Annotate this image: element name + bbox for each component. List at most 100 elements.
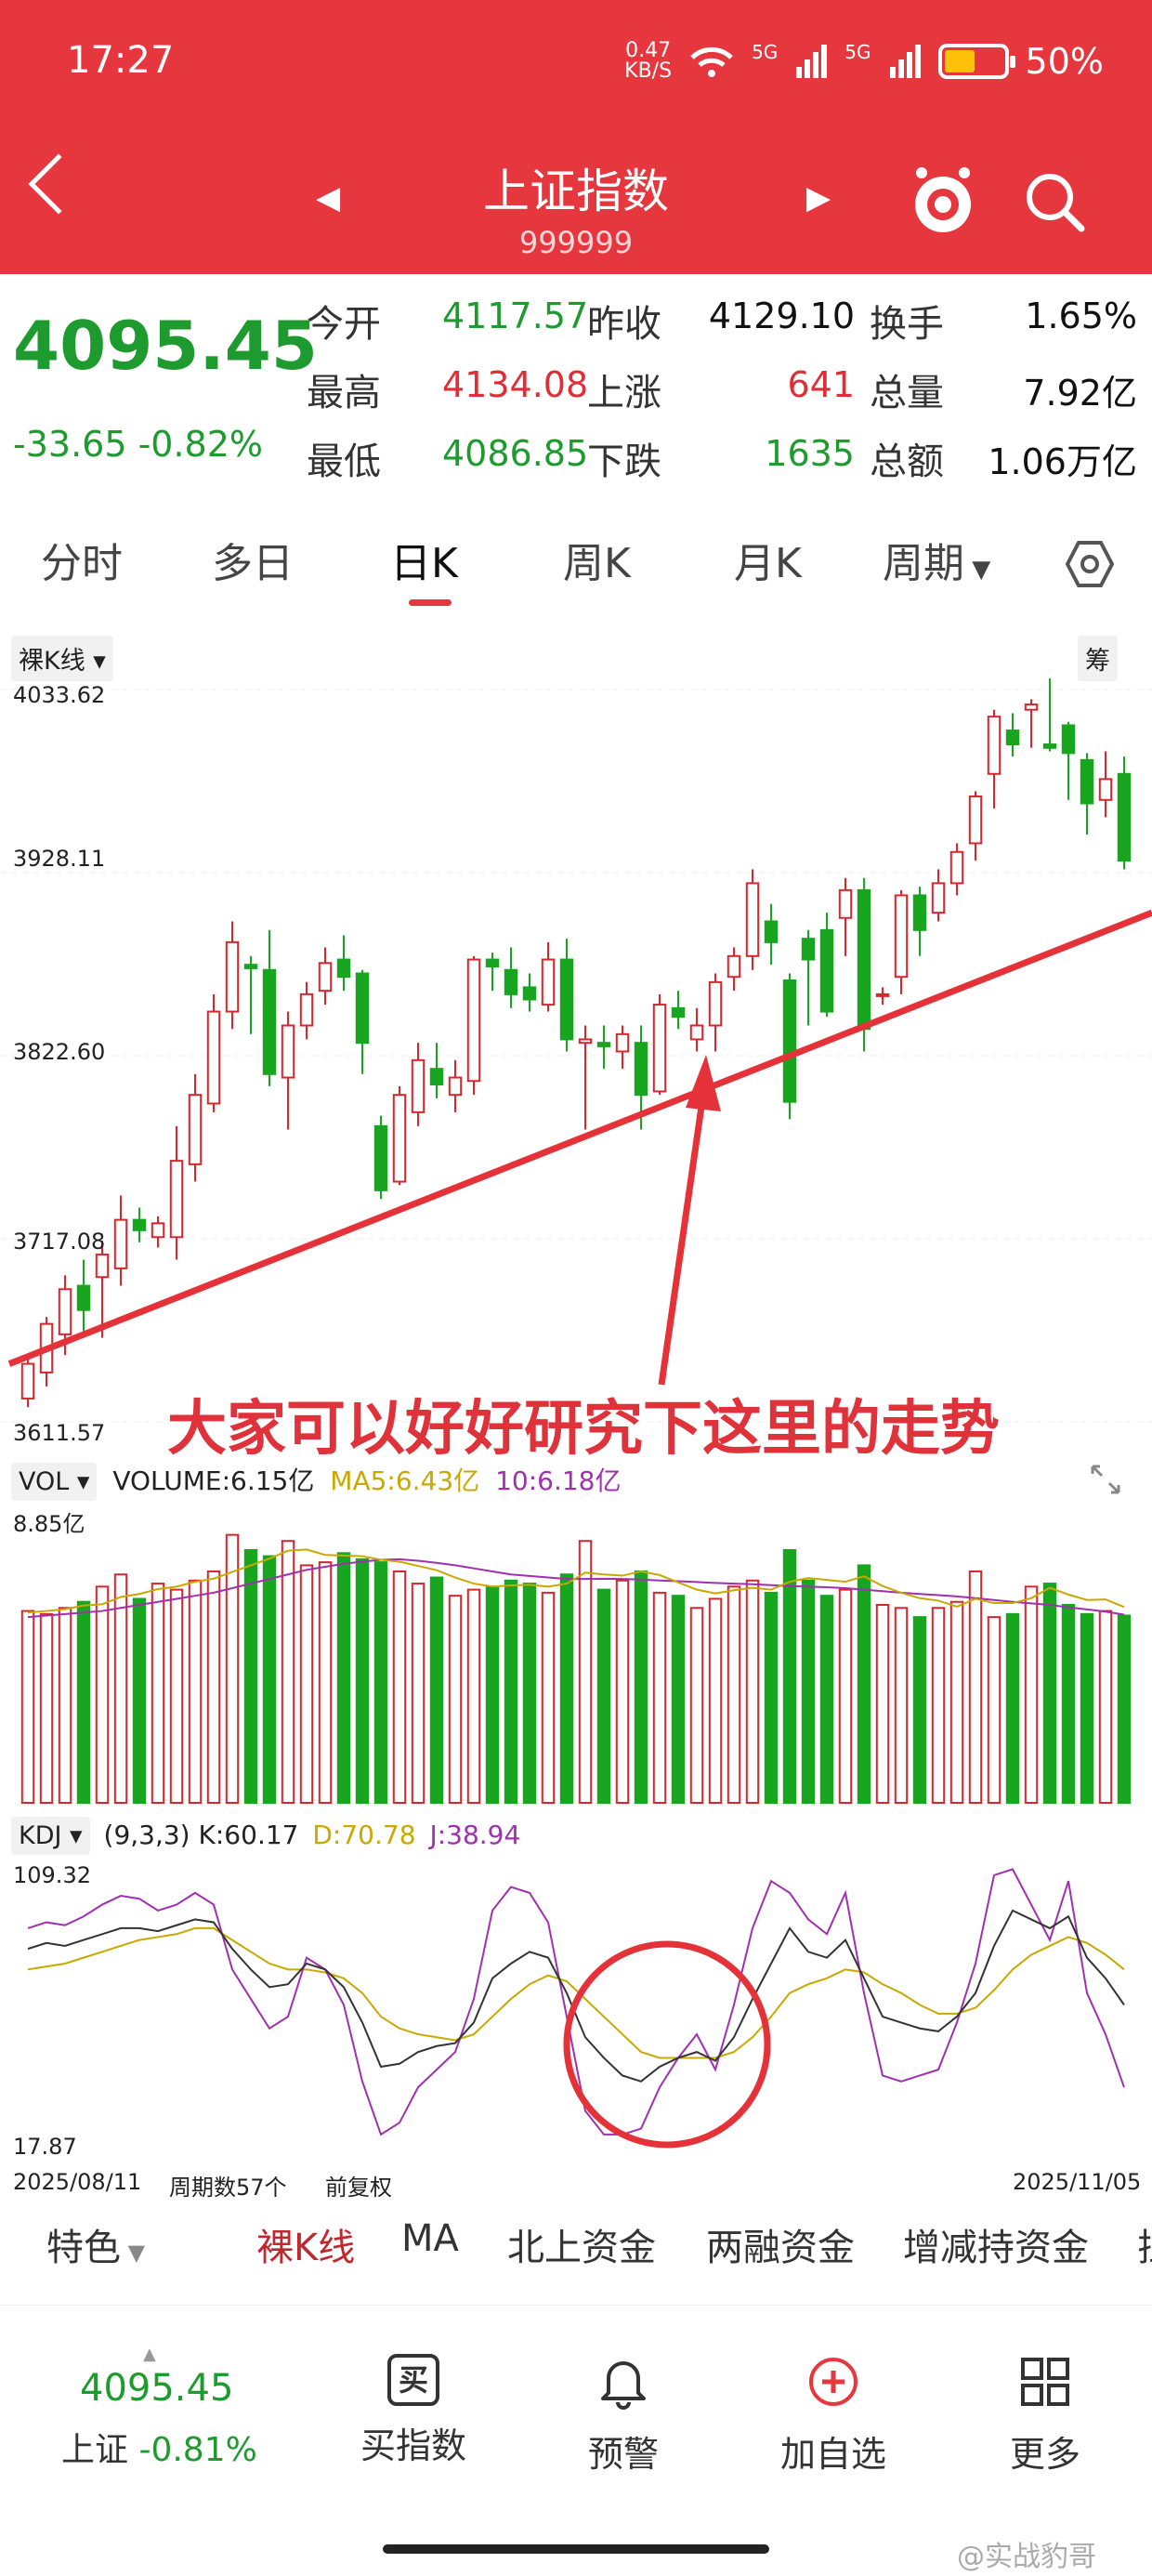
volume-bar bbox=[838, 1588, 853, 1804]
candle bbox=[949, 850, 964, 885]
volume-bar bbox=[20, 1610, 35, 1804]
candle bbox=[243, 964, 258, 969]
volume-bar bbox=[299, 1564, 314, 1804]
candle bbox=[875, 992, 890, 997]
candle bbox=[411, 1058, 425, 1113]
indicator-special[interactable]: 特色 ▼ bbox=[46, 2217, 145, 2271]
quote-label: 换手 bbox=[870, 303, 944, 346]
kline-mode-dropdown[interactable]: 裸K线 ▾ bbox=[11, 636, 113, 681]
next-index-button[interactable]: ▶ bbox=[806, 179, 831, 217]
candle bbox=[689, 1024, 704, 1041]
volume-bar bbox=[318, 1561, 333, 1804]
kline-chart[interactable] bbox=[0, 678, 1152, 1450]
volume-bar bbox=[1080, 1612, 1094, 1805]
candle bbox=[782, 979, 797, 1103]
indicator-holdings-change[interactable]: 增减持资金 bbox=[903, 2217, 1089, 2271]
candle bbox=[857, 888, 871, 1031]
candle bbox=[20, 1362, 35, 1400]
volume-bar bbox=[392, 1570, 407, 1805]
candle bbox=[764, 920, 779, 943]
volume-bar bbox=[634, 1570, 648, 1805]
candle bbox=[355, 972, 370, 1045]
quote-value: 1.65% bbox=[1025, 296, 1137, 336]
candle bbox=[281, 1024, 295, 1079]
candle bbox=[708, 980, 723, 1027]
indicator-northbound[interactable]: 北上资金 bbox=[507, 2217, 656, 2271]
candle bbox=[188, 1094, 203, 1165]
candle bbox=[95, 1253, 110, 1279]
indicator-naked-k[interactable]: 裸K线 bbox=[256, 2217, 355, 2271]
y-label-2: 3928.11 bbox=[13, 846, 106, 872]
volume-bar bbox=[801, 1579, 816, 1805]
vol-dropdown[interactable]: VOL ▾ bbox=[11, 1463, 98, 1501]
gesture-bar[interactable] bbox=[383, 2544, 769, 2554]
volume-bar bbox=[429, 1576, 444, 1804]
kdj-legend: KDJ ▾ (9,3,3) K:60.17 D:70.78 J:38.94 bbox=[11, 1817, 520, 1855]
volume-bar bbox=[58, 1607, 72, 1804]
tab-monthly-k[interactable]: 月K bbox=[734, 530, 802, 589]
candle bbox=[1061, 724, 1076, 755]
candle bbox=[299, 992, 314, 1027]
alert-button[interactable]: 预警 bbox=[563, 2354, 684, 2477]
candle bbox=[819, 928, 834, 1013]
volume-bar bbox=[689, 1607, 704, 1804]
candle bbox=[987, 716, 1001, 775]
tab-daily-k[interactable]: 日K bbox=[390, 530, 458, 589]
settings-hexagon-icon[interactable] bbox=[1065, 539, 1115, 589]
volume-bar bbox=[615, 1579, 630, 1805]
volume-bar bbox=[894, 1607, 909, 1804]
adjust-mode: 前复权 bbox=[325, 2175, 392, 2201]
candle bbox=[522, 986, 537, 1001]
volume-bar bbox=[931, 1607, 946, 1804]
chips-button[interactable]: 筹 bbox=[1078, 636, 1118, 681]
volume-bar bbox=[1005, 1612, 1020, 1805]
volume-bar bbox=[671, 1595, 686, 1804]
wifi-icon bbox=[690, 46, 733, 77]
bell-icon bbox=[601, 2361, 646, 2410]
candle bbox=[634, 1042, 648, 1097]
more-button[interactable]: 更多 bbox=[985, 2354, 1106, 2477]
tab-period[interactable]: 周期 ▼ bbox=[883, 530, 990, 589]
volume-bar bbox=[281, 1540, 295, 1805]
volume-bar bbox=[466, 1588, 481, 1804]
tab-weekly-k[interactable]: 周K bbox=[563, 530, 631, 589]
add-watchlist-button[interactable]: 加自选 bbox=[773, 2354, 894, 2477]
expand-icon[interactable] bbox=[1087, 1461, 1124, 1498]
kdj-dropdown[interactable]: KDJ ▾ bbox=[11, 1817, 90, 1855]
indicator-ma[interactable]: MA bbox=[401, 2217, 459, 2260]
indicator-more[interactable]: 拉 bbox=[1137, 2217, 1152, 2271]
buy-index-button[interactable]: 买 买指数 bbox=[353, 2354, 474, 2468]
volume-bar bbox=[225, 1533, 240, 1804]
candle bbox=[894, 894, 909, 979]
period-tabs: 分时 多日 日K 周K 月K 周期 ▼ bbox=[0, 530, 1152, 604]
volume-bar bbox=[206, 1570, 221, 1805]
candle bbox=[336, 958, 351, 979]
volume-bar bbox=[1024, 1585, 1039, 1804]
signal-1-icon bbox=[796, 45, 828, 78]
volume-bar bbox=[949, 1600, 964, 1804]
indicator-margin[interactable]: 两融资金 bbox=[706, 2217, 855, 2271]
quote-label: 下跌 bbox=[587, 440, 661, 483]
quote-label: 总量 bbox=[870, 372, 944, 414]
tab-multi-day[interactable]: 多日 bbox=[212, 530, 294, 589]
quote-label: 总额 bbox=[870, 440, 944, 483]
tab-intraday[interactable]: 分时 bbox=[41, 530, 123, 589]
volume-chart bbox=[20, 1533, 1132, 1805]
quote-label: 最低 bbox=[307, 440, 381, 483]
candle bbox=[1117, 772, 1132, 862]
volume-bar bbox=[782, 1549, 797, 1804]
volume-bar bbox=[448, 1595, 463, 1804]
candle bbox=[373, 1124, 388, 1191]
collapse-arrow-icon[interactable]: ▲ bbox=[143, 2345, 156, 2364]
mascot-icon[interactable] bbox=[910, 165, 975, 236]
annotation-text: 大家可以好好研究下这里的走势 bbox=[167, 1395, 1000, 1464]
quote-value: 641 bbox=[787, 364, 855, 405]
volume-bar bbox=[727, 1585, 741, 1804]
volume-bar bbox=[1042, 1583, 1057, 1804]
search-icon[interactable] bbox=[1022, 169, 1087, 234]
volume-bar bbox=[169, 1588, 184, 1804]
candle bbox=[58, 1288, 72, 1335]
status-bar-right: 0.47 KB/S 5G 5G 50% bbox=[624, 41, 1104, 83]
volume-bar bbox=[968, 1570, 983, 1805]
candle bbox=[727, 954, 741, 979]
